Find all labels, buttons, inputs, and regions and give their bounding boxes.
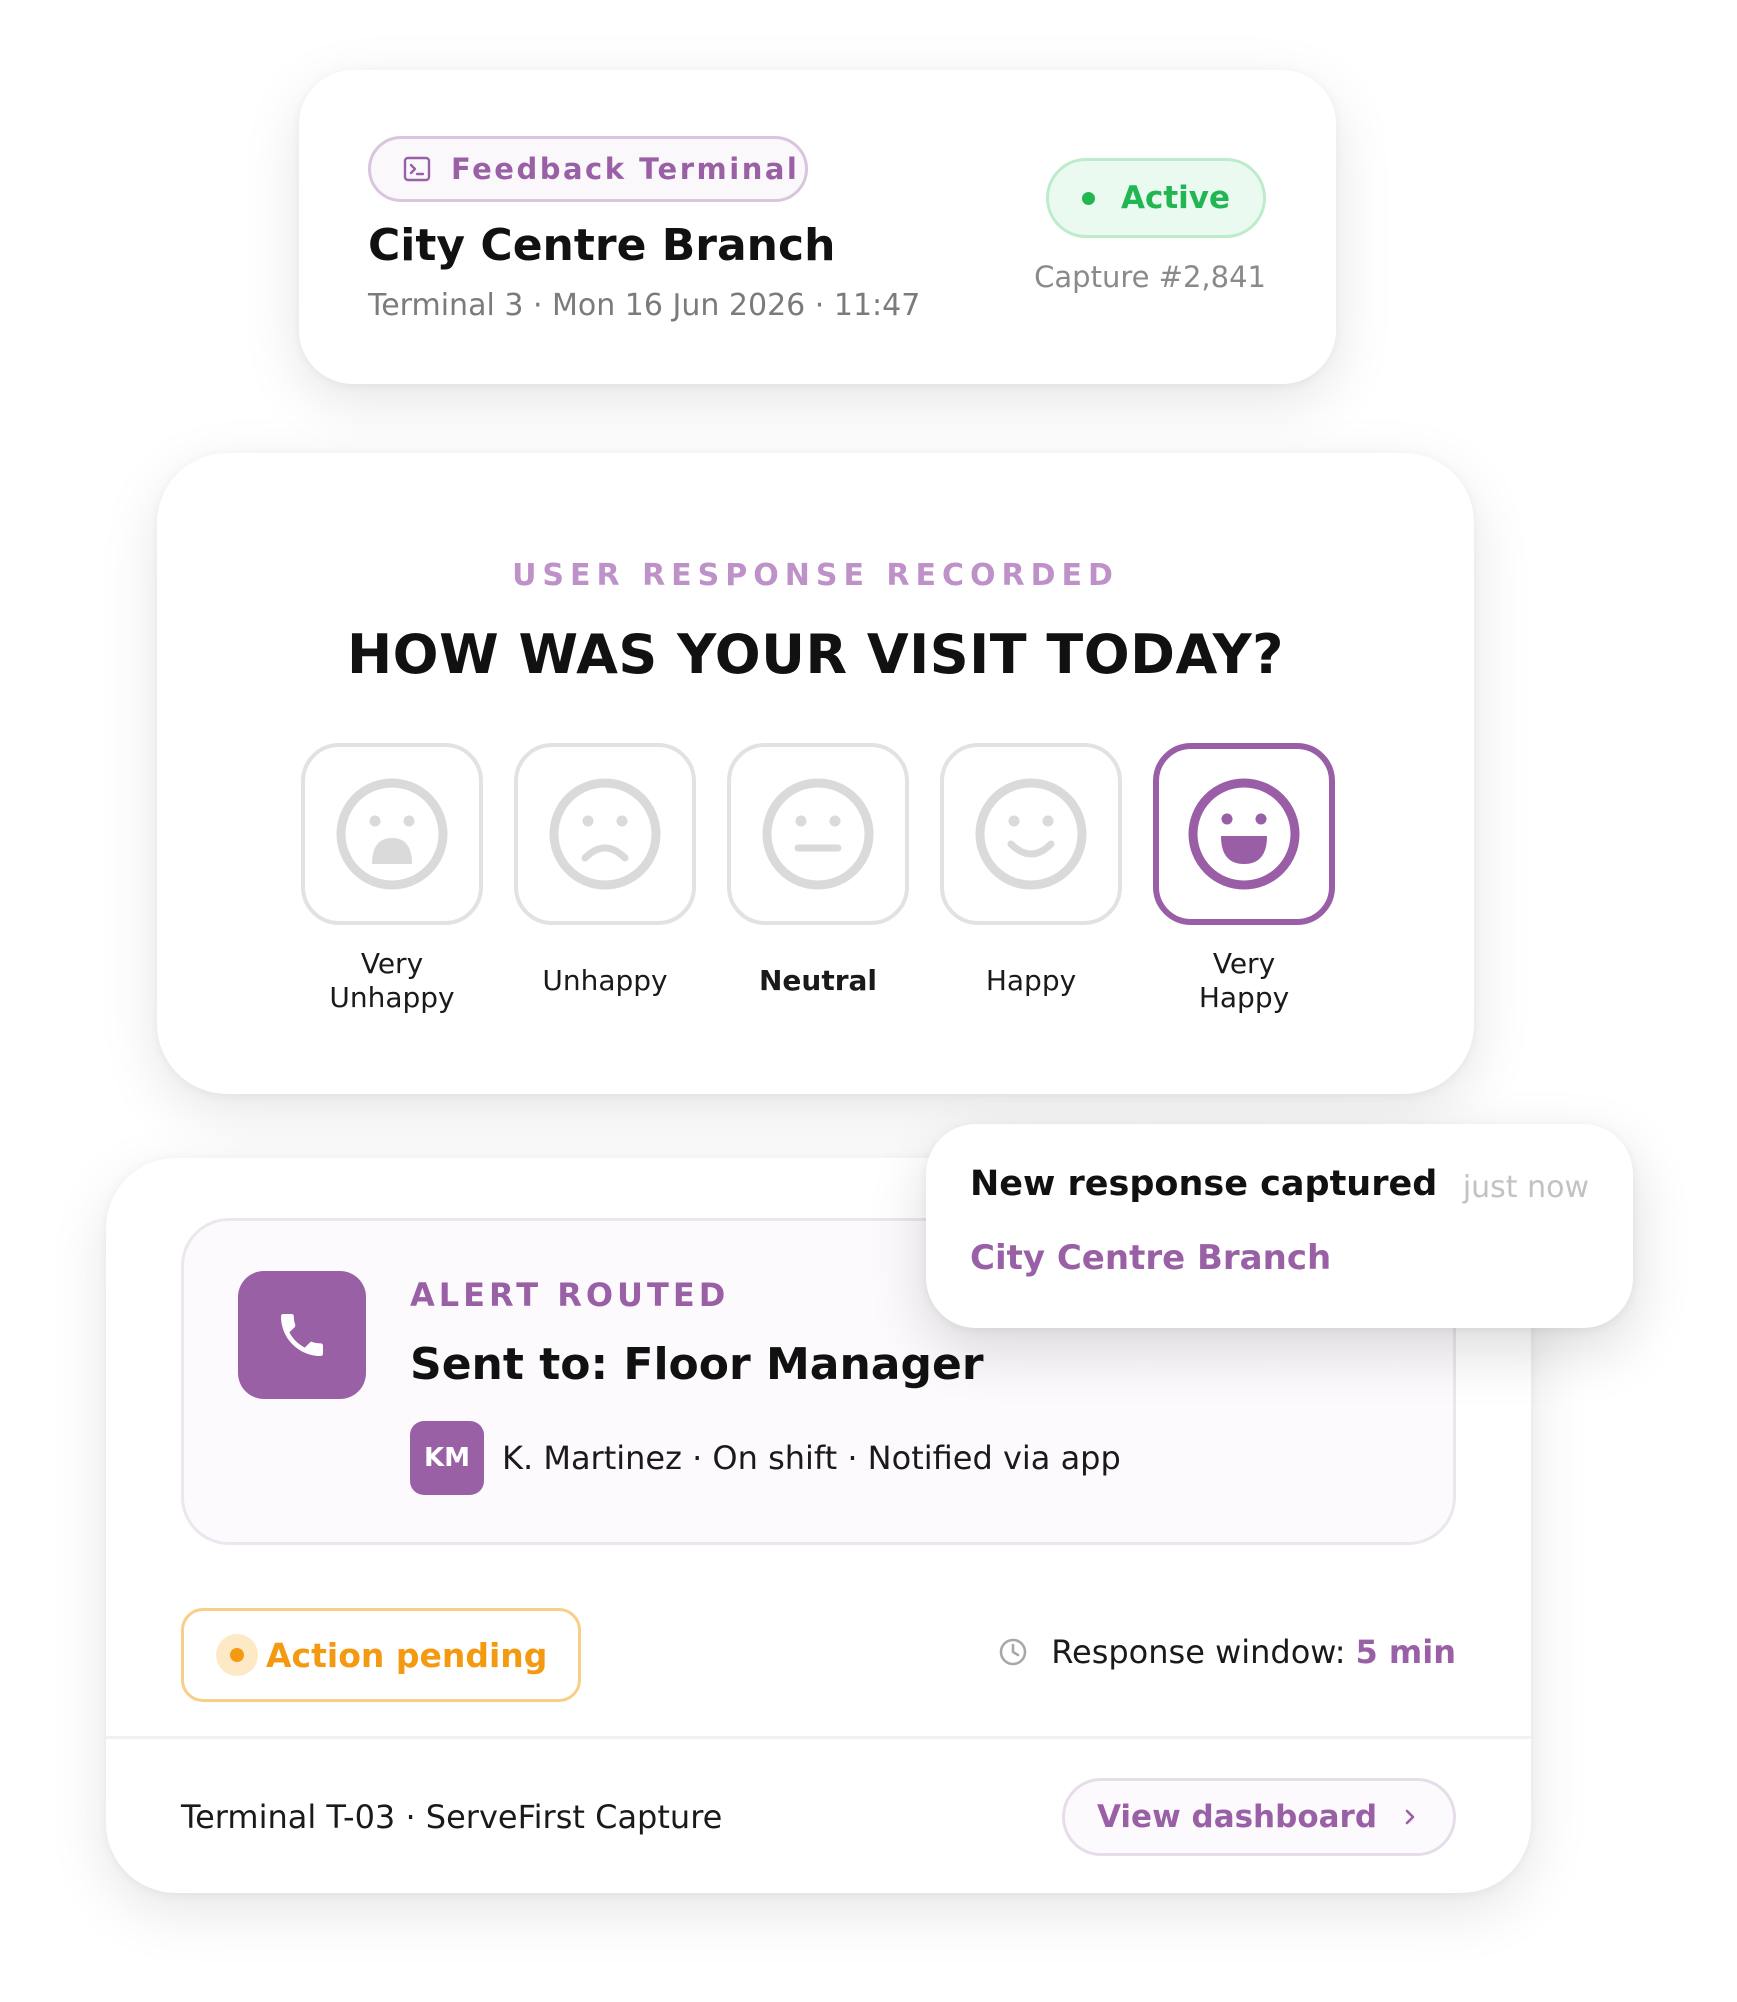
- status-badge: Active: [1046, 158, 1266, 238]
- option-unhappy[interactable]: Unhappy: [514, 743, 696, 1015]
- status-badge-label: Active: [1120, 180, 1231, 216]
- option-label: Neutral: [758, 964, 878, 997]
- option-very-unhappy[interactable]: Very Unhappy: [301, 743, 483, 1015]
- alert-recipient-title: Sent to: Floor Manager: [410, 1339, 984, 1390]
- option-tile-selected[interactable]: [1153, 743, 1335, 925]
- phone-icon: [281, 1314, 323, 1356]
- terminal-card: Feedback Terminal City Centre Branch Ter…: [299, 70, 1336, 384]
- action-pending-badge: Action pending: [181, 1608, 581, 1702]
- terminal-meta: Terminal 3 · Mon 16 Jun 2026 · 11:47: [368, 288, 921, 323]
- very-happy-face-icon: [1188, 778, 1300, 890]
- unhappy-face-icon: [549, 778, 661, 890]
- happy-face-icon: [975, 778, 1087, 890]
- response-recorded-label: USER RESPONSE RECORDED: [512, 558, 1119, 593]
- feedback-terminal-label: Feedback Terminal: [451, 152, 800, 186]
- terminal-footer-text: Terminal T-03 · ServeFirst Capture: [181, 1798, 723, 1836]
- action-pending-label: Action pending: [266, 1635, 548, 1675]
- option-tile[interactable]: [940, 743, 1122, 925]
- pending-dot-icon: [216, 1634, 258, 1676]
- option-tile[interactable]: [301, 743, 483, 925]
- option-happy[interactable]: Happy: [940, 743, 1122, 1015]
- survey-card: USER RESPONSE RECORDED HOW WAS YOUR VISI…: [157, 453, 1474, 1094]
- clock-icon: [999, 1638, 1027, 1666]
- avatar: KM: [410, 1421, 484, 1495]
- view-dashboard-label: View dashboard: [1096, 1799, 1378, 1835]
- status-dot-icon: [1081, 191, 1095, 205]
- option-neutral[interactable]: Neutral: [727, 743, 909, 1015]
- option-label: Unhappy: [542, 964, 668, 997]
- survey-question: HOW WAS YOUR VISIT TODAY?: [346, 623, 1284, 686]
- terminal-icon: [403, 156, 431, 182]
- capture-number: Capture #2,841: [1034, 260, 1266, 294]
- very-unhappy-face-icon: [336, 778, 448, 890]
- footer-divider: [106, 1736, 1531, 1739]
- response-window-label: Response window:: [1051, 1633, 1346, 1671]
- option-very-happy[interactable]: Very Happy: [1153, 743, 1335, 1015]
- branch-title: City Centre Branch: [368, 220, 836, 271]
- option-label: Very Happy: [1198, 947, 1290, 1014]
- alert-routed-label: ALERT ROUTED: [410, 1276, 730, 1314]
- assignee-details: K. Martinez · On shift · Notified via ap…: [502, 1439, 1121, 1477]
- option-tile[interactable]: [727, 743, 909, 925]
- new-response-toast[interactable]: New response captured just now City Cent…: [926, 1124, 1633, 1328]
- option-label: Very Unhappy: [329, 947, 455, 1014]
- toast-timestamp: just now: [1462, 1170, 1589, 1205]
- view-dashboard-button[interactable]: View dashboard: [1062, 1778, 1456, 1856]
- toast-title: New response captured: [970, 1164, 1438, 1204]
- option-tile[interactable]: [514, 743, 696, 925]
- phone-tile: [238, 1271, 366, 1399]
- neutral-face-icon: [762, 778, 874, 890]
- chevron-right-icon: [1405, 1809, 1415, 1825]
- response-window: Response window: 5 min: [997, 1633, 1456, 1671]
- feedback-terminal-chip: Feedback Terminal: [368, 136, 808, 202]
- response-window-value: 5 min: [1355, 1633, 1457, 1671]
- toast-branch-name: City Centre Branch: [970, 1238, 1332, 1278]
- option-label: Happy: [985, 964, 1077, 997]
